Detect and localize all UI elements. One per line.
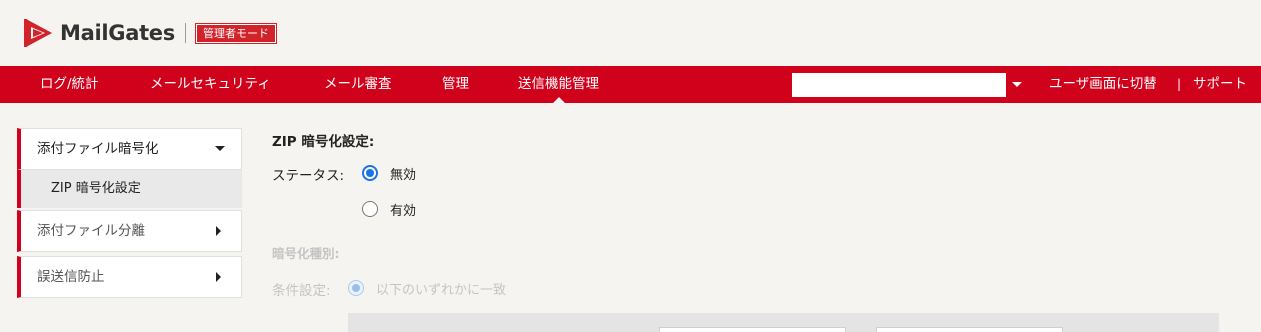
status-enabled-label: 有効	[390, 204, 417, 219]
logo[interactable]: MailGates 管理者モード	[24, 17, 277, 49]
main-navbar: ログ/統計 メールセキュリティ メール審査 管理 送信機能管理 ユーザ画面に切替…	[0, 66, 1261, 103]
support-link[interactable]: サポート	[1193, 66, 1247, 103]
condition-any-match-radio[interactable]	[348, 280, 364, 296]
condition-any-match-label: 以下のいずれかに一致	[376, 283, 507, 298]
nav-item-admin[interactable]: 管理	[442, 66, 469, 103]
active-nav-caret-icon	[553, 97, 565, 103]
sidebar-item-label: 添付ファイル分離	[37, 223, 145, 239]
status-enabled-radio[interactable]	[362, 201, 378, 217]
switch-to-user-view-link[interactable]: ユーザ画面に切替	[1049, 66, 1157, 103]
sidebar-subitem-label: ZIP 暗号化設定	[51, 181, 141, 196]
condition-select-2[interactable]	[876, 327, 1063, 332]
header: MailGates 管理者モード	[0, 0, 1261, 66]
nav-separator: |	[1177, 77, 1182, 91]
chevron-down-icon[interactable]	[1012, 82, 1022, 87]
sidebar-item-label: 誤送信防止	[37, 269, 105, 285]
mailgates-logo-icon	[24, 19, 52, 47]
condition-label: 条件設定:	[272, 283, 331, 299]
nav-item-logs[interactable]: ログ/統計	[40, 66, 99, 103]
logo-divider	[184, 23, 186, 43]
sidebar-item-attachment-separation[interactable]: 添付ファイル分離	[17, 210, 242, 252]
condition-select-1[interactable]	[659, 327, 846, 332]
brand-name: MailGates	[60, 21, 175, 45]
caret-right-icon	[216, 226, 221, 236]
sidebar-subitem-zip-encryption[interactable]: ZIP 暗号化設定	[17, 170, 242, 208]
status-disabled-label: 無効	[390, 168, 417, 183]
mode-badge: 管理者モード	[194, 22, 277, 44]
nav-item-mail-review[interactable]: メール審査	[324, 66, 392, 103]
caret-down-icon	[215, 146, 225, 151]
encryption-type-label: 暗号化種別:	[272, 246, 340, 261]
sidebar-item-mis-send-prevention[interactable]: 誤送信防止	[17, 256, 242, 298]
status-label: ステータス:	[272, 168, 345, 184]
account-search-input[interactable]	[792, 73, 1006, 97]
caret-right-icon	[216, 272, 221, 282]
sidebar-item-label: 添付ファイル暗号化	[37, 141, 159, 157]
nav-item-mail-security[interactable]: メールセキュリティ	[150, 66, 271, 103]
page-title: ZIP 暗号化設定:	[272, 134, 375, 150]
sidebar-item-attachment-encryption[interactable]: 添付ファイル暗号化	[17, 128, 242, 170]
status-disabled-radio[interactable]	[362, 165, 378, 181]
